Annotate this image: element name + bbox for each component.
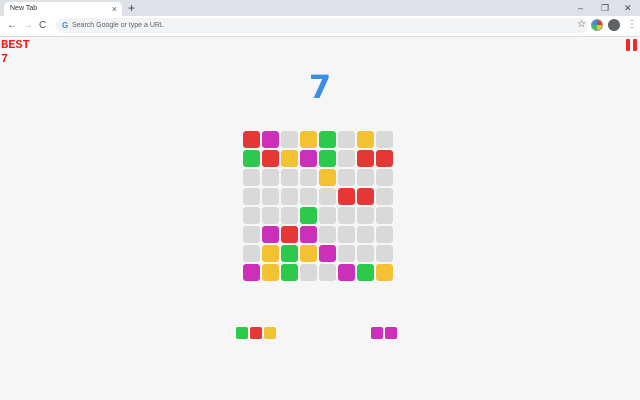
piece-block	[236, 327, 248, 339]
new-tab-button[interactable]: +	[128, 1, 135, 15]
block-cell	[300, 245, 317, 262]
block-cell	[243, 131, 260, 148]
block-cell	[262, 131, 279, 148]
close-icon[interactable]: ×	[112, 2, 117, 16]
block-cell	[357, 150, 374, 167]
omnibox-placeholder[interactable]: Search Google or type a URL	[72, 20, 164, 31]
best-value: 7	[1, 52, 9, 66]
empty-cell	[357, 169, 374, 186]
empty-cell	[300, 188, 317, 205]
empty-cell	[338, 131, 355, 148]
block-cell	[262, 226, 279, 243]
empty-cell	[376, 169, 393, 186]
empty-cell	[319, 188, 336, 205]
pause-bar-right	[633, 39, 637, 51]
empty-cell	[281, 188, 298, 205]
tab-bar: New Tab × + – ❐ ✕	[0, 0, 640, 16]
empty-cell	[357, 245, 374, 262]
empty-cell	[243, 226, 260, 243]
empty-cell	[338, 226, 355, 243]
empty-cell	[262, 207, 279, 224]
empty-cell	[281, 169, 298, 186]
block-cell	[319, 245, 336, 262]
block-cell	[281, 150, 298, 167]
empty-cell	[376, 207, 393, 224]
tab-new-tab[interactable]: New Tab ×	[4, 2, 122, 16]
extensions-puzzle-icon[interactable]	[608, 19, 620, 31]
block-cell	[281, 226, 298, 243]
best-label: BEST	[1, 38, 30, 52]
window-close-icon[interactable]: ✕	[624, 1, 632, 15]
block-cell	[338, 264, 355, 281]
empty-cell	[376, 131, 393, 148]
block-cell	[376, 264, 393, 281]
block-cell	[300, 226, 317, 243]
empty-cell	[319, 207, 336, 224]
empty-cell	[262, 188, 279, 205]
block-cell	[357, 264, 374, 281]
best-score: BEST 7	[1, 38, 30, 66]
empty-cell	[243, 207, 260, 224]
empty-cell	[376, 226, 393, 243]
back-icon[interactable]: ←	[7, 20, 17, 32]
empty-cell	[376, 245, 393, 262]
empty-cell	[300, 169, 317, 186]
piece-block	[385, 327, 397, 339]
pause-bar-left	[626, 39, 630, 51]
forward-icon[interactable]: →	[23, 20, 33, 32]
reload-icon[interactable]: C	[39, 20, 46, 32]
empty-cell	[262, 169, 279, 186]
current-score: 7	[308, 68, 332, 106]
empty-cell	[300, 264, 317, 281]
block-cell	[281, 245, 298, 262]
block-cell	[262, 264, 279, 281]
piece-block	[264, 327, 276, 339]
empty-cell	[376, 188, 393, 205]
empty-cell	[243, 169, 260, 186]
omnibox[interactable]: G Search Google or type a URL	[56, 18, 588, 33]
piece-block	[371, 327, 383, 339]
menu-icon[interactable]: ⋮	[627, 19, 637, 31]
piece-block	[250, 327, 262, 339]
block-cell	[338, 188, 355, 205]
empty-cell	[319, 226, 336, 243]
block-cell	[281, 264, 298, 281]
empty-cell	[319, 264, 336, 281]
block-cell	[243, 264, 260, 281]
block-cell	[319, 131, 336, 148]
empty-cell	[338, 207, 355, 224]
block-cell	[319, 150, 336, 167]
empty-cell	[338, 169, 355, 186]
minimize-icon[interactable]: –	[578, 1, 583, 15]
bookmark-star-icon[interactable]: ☆	[577, 19, 586, 31]
browser-toolbar: ← → C G Search Google or type a URL ☆ ⋮	[0, 16, 640, 37]
block-cell	[262, 245, 279, 262]
tab-title: New Tab	[10, 5, 38, 12]
block-cell	[300, 150, 317, 167]
block-cell	[262, 150, 279, 167]
block-cell	[300, 131, 317, 148]
restore-icon[interactable]: ❐	[601, 1, 609, 15]
block-cell	[357, 188, 374, 205]
empty-cell	[243, 245, 260, 262]
empty-cell	[281, 131, 298, 148]
empty-cell	[338, 245, 355, 262]
google-icon: G	[62, 21, 69, 30]
empty-cell	[338, 150, 355, 167]
pause-button[interactable]	[626, 39, 638, 51]
block-cell	[243, 150, 260, 167]
game-board	[243, 131, 396, 284]
empty-cell	[243, 188, 260, 205]
block-cell	[376, 150, 393, 167]
block-cell	[300, 207, 317, 224]
block-cell	[357, 131, 374, 148]
profile-avatar-icon[interactable]	[591, 19, 603, 31]
block-cell	[319, 169, 336, 186]
empty-cell	[281, 207, 298, 224]
empty-cell	[357, 207, 374, 224]
empty-cell	[357, 226, 374, 243]
